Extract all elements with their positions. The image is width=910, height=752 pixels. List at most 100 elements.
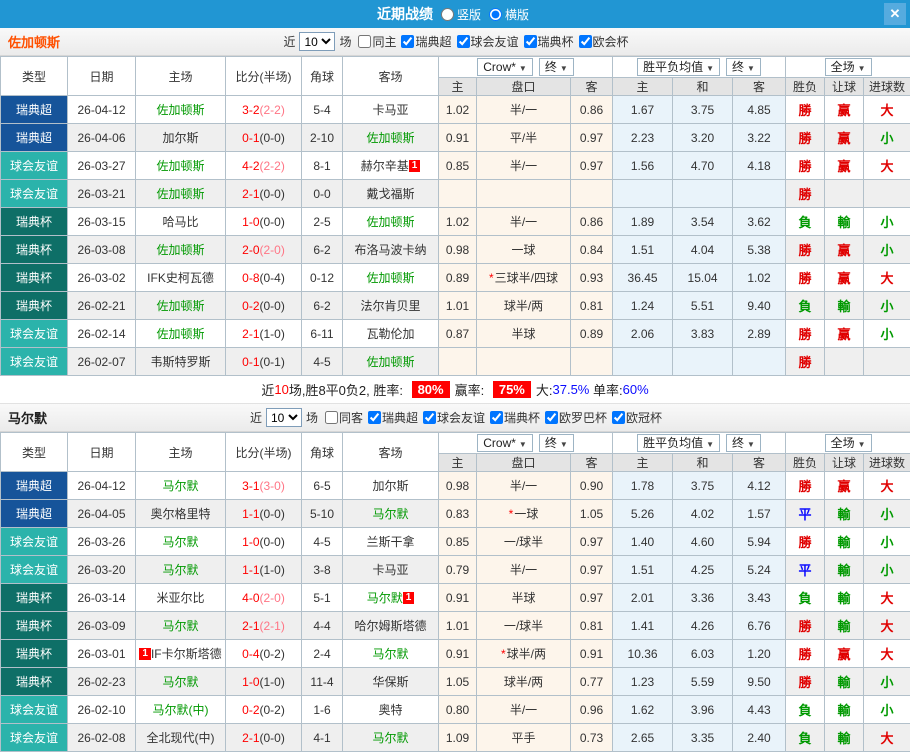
recent-count-select[interactable]: 10 [299, 32, 335, 51]
column-header: 类型 [1, 57, 68, 96]
home-team-cell: 佐加顿斯 [136, 292, 226, 320]
match-row: 瑞典杯26-02-21佐加顿斯0-2(0-0)6-2法尔肯贝里1.01球半/两0… [1, 292, 910, 320]
match-row: 瑞典超26-04-12佐加顿斯3-2(2-2)5-4卡马亚1.02半/一0.86… [1, 96, 910, 124]
halftime-score: (1-0) [260, 563, 285, 577]
handicap-text: 半/一 [510, 703, 537, 717]
avg-away-cell: 5.94 [733, 528, 786, 556]
result-goals-cell: 大 [864, 152, 910, 180]
layout-option-horizontal[interactable]: 横版 [489, 6, 529, 23]
close-icon[interactable]: ✕ [884, 3, 906, 25]
dropdown-全场[interactable]: 全场▼ [825, 58, 872, 76]
column-header: 客 [733, 78, 786, 96]
filter-checkbox-球会友谊[interactable] [457, 35, 470, 48]
dropdown-终[interactable]: 终▼ [539, 58, 574, 76]
match-row: 球会友谊26-02-07韦斯特罗斯0-1(0-1)4-5佐加顿斯勝 [1, 348, 910, 376]
home-team-cell: 韦斯特罗斯 [136, 348, 226, 376]
away-team-cell: 华保斯 [343, 668, 439, 696]
handicap-cell: 半/一 [477, 208, 571, 236]
dropdown-Crow*[interactable]: Crow*▼ [477, 58, 533, 76]
avg-home-cell: 36.45 [613, 264, 673, 292]
filter-label: 瑞典超 [415, 33, 451, 50]
result-goals-cell [864, 180, 910, 208]
filter-checkbox-瑞典杯[interactable] [490, 411, 503, 424]
corner-cell: 4-5 [302, 348, 343, 376]
dropdown-终[interactable]: 终▼ [539, 434, 574, 452]
avg-draw-cell: 4.04 [673, 236, 733, 264]
dropdown-全场[interactable]: 全场▼ [825, 434, 872, 452]
odds-away-cell: 0.97 [571, 124, 613, 152]
filter-欧罗巴杯[interactable]: 欧罗巴杯 [540, 409, 607, 426]
chevron-down-icon: ▼ [560, 440, 568, 449]
dropdown-胜平负均值[interactable]: 胜平负均值▼ [637, 58, 720, 76]
odds-home-cell: 0.98 [439, 236, 477, 264]
odds-home-cell: 0.80 [439, 696, 477, 724]
away-team-name: 卡马亚 [372, 563, 408, 577]
star-mark: * [489, 271, 494, 285]
vertical-radio[interactable] [441, 8, 454, 21]
horizontal-radio[interactable] [489, 8, 502, 21]
column-header: 客场 [343, 433, 439, 472]
score-cell: 1-0(0-0) [226, 208, 302, 236]
filter-checkbox-瑞典超[interactable] [401, 35, 414, 48]
recent-count-select[interactable]: 10 [266, 408, 302, 427]
filter-欧冠杯[interactable]: 欧冠杯 [607, 409, 662, 426]
avg-home-cell: 1.89 [613, 208, 673, 236]
avg-away-cell: 1.02 [733, 264, 786, 292]
filter-checkbox-同客[interactable] [325, 411, 338, 424]
fulltime-score: 0-2 [242, 299, 259, 313]
chevron-down-icon: ▼ [747, 440, 755, 449]
avg-away-cell: 2.89 [733, 320, 786, 348]
away-team-name: 卡马亚 [372, 103, 408, 117]
result-goals-cell: 大 [864, 264, 910, 292]
layout-option-vertical[interactable]: 竖版 [441, 6, 481, 23]
dropdown-终[interactable]: 终▼ [726, 434, 761, 452]
corner-cell: 5-4 [302, 96, 343, 124]
halftime-score: (2-0) [260, 591, 285, 605]
filter-label: 球会友谊 [471, 33, 519, 50]
corner-cell: 2-5 [302, 208, 343, 236]
filter-欧会杯[interactable]: 欧会杯 [574, 33, 629, 50]
filter-球会友谊[interactable]: 球会友谊 [452, 33, 519, 50]
date-cell: 26-02-07 [68, 348, 136, 376]
column-header: 比分(半场) [226, 57, 302, 96]
league-badge: 瑞典超 [1, 124, 68, 152]
dropdown-胜平负均值[interactable]: 胜平负均值▼ [637, 434, 720, 452]
away-team-cell: 佐加顿斯 [343, 348, 439, 376]
home-team-name: 米亚尔比 [156, 591, 204, 605]
filter-瑞典杯[interactable]: 瑞典杯 [485, 409, 540, 426]
filter-checkbox-同主[interactable] [358, 35, 371, 48]
result-handicap-cell: 赢 [825, 640, 864, 668]
filter-瑞典超[interactable]: 瑞典超 [363, 409, 418, 426]
filter-label: 瑞典杯 [504, 409, 540, 426]
league-badge: 球会友谊 [1, 348, 68, 376]
dropdown-终[interactable]: 终▼ [726, 58, 761, 76]
filter-瑞典超[interactable]: 瑞典超 [396, 33, 451, 50]
filter-checkbox-瑞典杯[interactable] [524, 35, 537, 48]
filter-同主[interactable]: 同主 [353, 33, 396, 50]
halftime-score: (0-0) [260, 187, 285, 201]
vertical-radio-label: 竖版 [457, 6, 481, 23]
filter-bar: 近10场同客瑞典超球会友谊瑞典杯欧罗巴杯欧冠杯 [248, 408, 662, 427]
filter-瑞典杯[interactable]: 瑞典杯 [519, 33, 574, 50]
handicap-text: 半/一 [510, 159, 537, 173]
odds-home-cell: 1.01 [439, 612, 477, 640]
result-goals-cell: 小 [864, 668, 910, 696]
avg-home-cell: 5.26 [613, 500, 673, 528]
result-goals-cell [864, 348, 910, 376]
red-card-badge: 1 [409, 160, 421, 172]
dropdown-Crow*[interactable]: Crow*▼ [477, 434, 533, 452]
filter-球会友谊[interactable]: 球会友谊 [418, 409, 485, 426]
filter-checkbox-球会友谊[interactable] [423, 411, 436, 424]
odds-home-cell: 1.01 [439, 292, 477, 320]
filter-checkbox-欧罗巴杯[interactable] [545, 411, 558, 424]
home-team-cell: 马尔默 [136, 612, 226, 640]
avg-draw-cell [673, 348, 733, 376]
odds-home-cell: 0.79 [439, 556, 477, 584]
filter-checkbox-瑞典超[interactable] [368, 411, 381, 424]
filter-checkbox-欧会杯[interactable] [579, 35, 592, 48]
filter-同客[interactable]: 同客 [320, 409, 363, 426]
odds-home-cell [439, 180, 477, 208]
avg-home-cell [613, 348, 673, 376]
section-header: 马尔默近10场同客瑞典超球会友谊瑞典杯欧罗巴杯欧冠杯 [0, 404, 910, 432]
filter-checkbox-欧冠杯[interactable] [612, 411, 625, 424]
